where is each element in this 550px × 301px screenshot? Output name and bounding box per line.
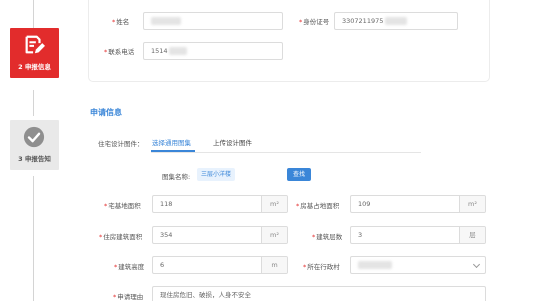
atlas-name-label: 图集名称: [162, 173, 191, 181]
chevron-down-icon [472, 260, 481, 269]
reason-label: *申请理由 [113, 293, 144, 301]
village-label: *所在行政村 [303, 263, 340, 271]
height-label: *建筑高度 [114, 263, 145, 271]
search-button[interactable]: 查找 [287, 168, 311, 181]
unit-label: m [261, 257, 287, 273]
section-title: 申请信息 [90, 108, 122, 117]
atlas-name-value[interactable]: 三层小洋楼 [197, 168, 235, 181]
house-area-field[interactable]: 109 m² [350, 195, 486, 213]
floors-field[interactable]: 3层 [350, 226, 486, 244]
id-number-field[interactable]: 3307211975 [334, 12, 458, 30]
base-area-label: *宅基地面积 [104, 202, 141, 210]
unit-label: m² [261, 227, 287, 243]
phone-field[interactable]: 1514 [143, 42, 283, 60]
check-icon [23, 126, 45, 148]
id-number-label: *身份证号 [299, 18, 330, 26]
tabs-divider [151, 152, 421, 153]
step-label: 3 申报告知 [18, 155, 51, 163]
tab-active-indicator [151, 150, 195, 152]
reason-field[interactable]: 现住房危旧、破损，人身不安全 [152, 286, 486, 301]
unit-label: 层 [459, 227, 485, 243]
height-field[interactable]: 6m [152, 256, 288, 274]
base-area-field[interactable]: 118 m² [152, 195, 288, 213]
step-label: 2 申报信息 [18, 63, 51, 71]
house-area-label: *房基占地面积 [296, 202, 340, 210]
unit-label: m² [261, 196, 287, 212]
stepper-line-bottom [33, 176, 34, 301]
build-area-label: *住房建筑面积 [99, 233, 143, 241]
edit-icon [25, 35, 45, 54]
floors-label: *建筑层数 [312, 233, 343, 241]
build-area-field[interactable]: 354 m² [152, 226, 288, 244]
village-select[interactable] [350, 256, 486, 274]
name-field[interactable] [143, 12, 283, 30]
stepper-line-middle [33, 90, 34, 116]
name-label: *姓名 [112, 18, 130, 26]
tab-upload-drawings[interactable]: 上传设计图件 [213, 137, 252, 147]
stepper-line-top [33, 0, 34, 28]
tab-select-atlas[interactable]: 选择通用图集 [152, 137, 191, 147]
design-label: 住宅设计图件： [98, 140, 144, 148]
step-declaration-notice[interactable]: 3 申报告知 [10, 120, 59, 170]
step-declaration-info[interactable]: 2 申报信息 [10, 28, 59, 78]
phone-label: *联系电话 [104, 48, 135, 56]
unit-label: m² [459, 196, 485, 212]
